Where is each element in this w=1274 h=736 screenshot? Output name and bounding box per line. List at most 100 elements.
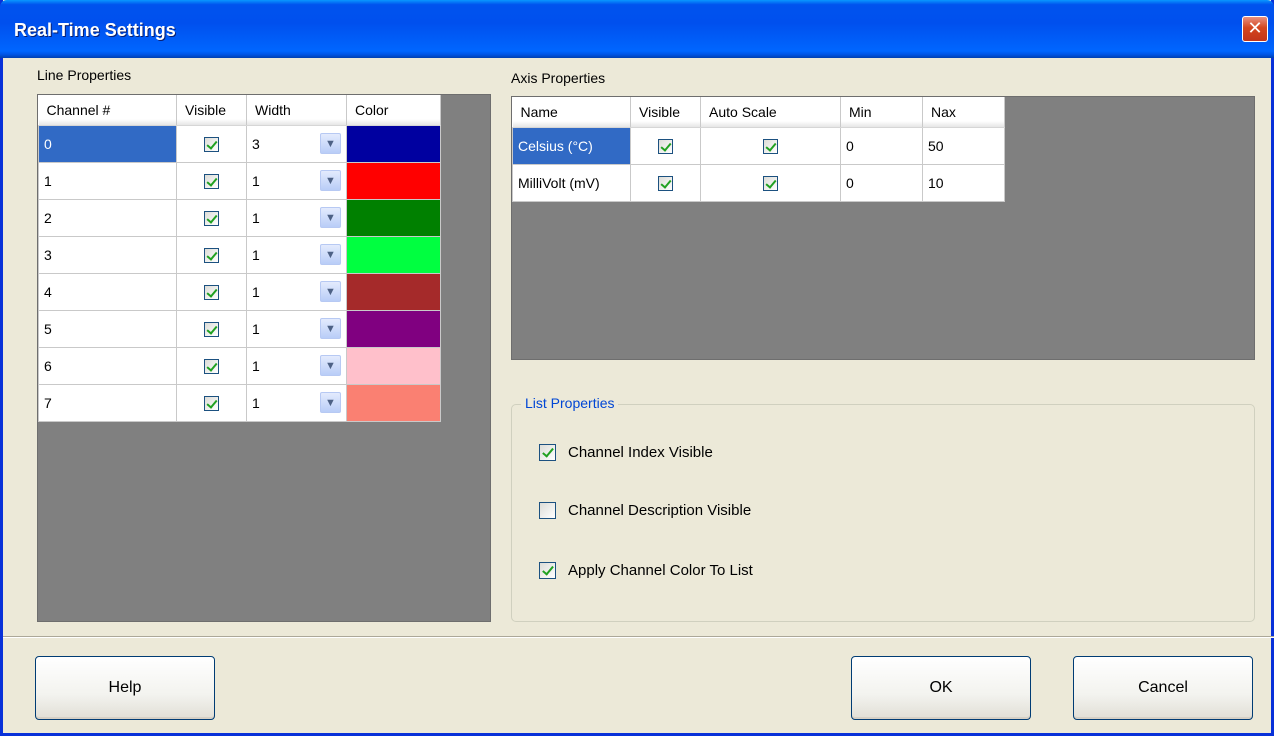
width-cell[interactable]: 3 ▼	[246, 124, 347, 163]
table-row[interactable]: 3 1 ▼	[38, 235, 441, 274]
table-row[interactable]: 6 1 ▼	[38, 346, 441, 385]
option-channel-index-visible[interactable]: Channel Index Visible	[539, 444, 713, 461]
channel-cell[interactable]: 1	[38, 161, 177, 200]
width-cell[interactable]: 1 ▼	[246, 383, 347, 422]
checkbox[interactable]	[204, 173, 219, 189]
width-combobox[interactable]: 1 ▼	[252, 385, 341, 421]
ok-button[interactable]: OK	[851, 656, 1031, 720]
color-swatch[interactable]	[346, 272, 441, 311]
table-row[interactable]: 7 1 ▼	[38, 383, 441, 422]
width-combobox[interactable]: 1 ▼	[252, 237, 341, 273]
channel-cell[interactable]: 2	[38, 198, 177, 237]
checkbox[interactable]	[204, 284, 219, 300]
visible-cell[interactable]	[176, 272, 247, 311]
option-channel-description-visible[interactable]: Channel Description Visible	[539, 502, 751, 519]
table-row[interactable]: 0 3 ▼	[38, 124, 441, 163]
chevron-down-icon[interactable]: ▼	[320, 170, 341, 191]
width-combobox[interactable]: 1 ▼	[252, 200, 341, 236]
checkbox[interactable]	[204, 136, 219, 152]
visible-cell[interactable]	[630, 163, 701, 202]
checkbox[interactable]	[539, 562, 556, 579]
checkbox[interactable]	[763, 175, 778, 191]
width-combobox[interactable]: 1 ▼	[252, 274, 341, 310]
width-cell[interactable]: 1 ▼	[246, 235, 347, 274]
checkbox[interactable]	[763, 138, 778, 154]
color-swatch[interactable]	[346, 383, 441, 422]
table-row[interactable]: 5 1 ▼	[38, 309, 441, 348]
color-swatch[interactable]	[346, 198, 441, 237]
column-header-name[interactable]: Name	[512, 97, 631, 128]
column-header-visible[interactable]: Visible	[630, 97, 701, 128]
chevron-down-icon[interactable]: ▼	[320, 318, 341, 339]
auto-scale-cell[interactable]	[700, 126, 841, 165]
chevron-down-icon[interactable]: ▼	[320, 281, 341, 302]
auto-scale-cell[interactable]	[700, 163, 841, 202]
channel-cell[interactable]: 7	[38, 383, 177, 422]
column-header-visible[interactable]: Visible	[176, 95, 247, 126]
width-cell[interactable]: 1 ▼	[246, 309, 347, 348]
chevron-down-icon[interactable]: ▼	[320, 207, 341, 228]
checkbox[interactable]	[204, 210, 219, 226]
table-row[interactable]: MilliVolt (mV) 0 10	[512, 163, 1005, 202]
table-row[interactable]: 4 1 ▼	[38, 272, 441, 311]
width-combobox[interactable]: 3 ▼	[252, 126, 341, 162]
visible-cell[interactable]	[176, 383, 247, 422]
column-header-max[interactable]: Nax	[922, 97, 1005, 128]
channel-cell[interactable]: 3	[38, 235, 177, 274]
help-button[interactable]: Help	[35, 656, 215, 720]
checkbox[interactable]	[658, 138, 673, 154]
chevron-down-icon[interactable]: ▼	[320, 392, 341, 413]
checkbox[interactable]	[204, 321, 219, 337]
chevron-down-icon[interactable]: ▼	[320, 355, 341, 376]
axis-properties-grid[interactable]: Name Visible Auto Scale Min Nax Celsius …	[511, 96, 1255, 360]
color-swatch[interactable]	[346, 124, 441, 163]
channel-cell[interactable]: 5	[38, 309, 177, 348]
visible-cell[interactable]	[176, 309, 247, 348]
min-cell[interactable]: 0	[840, 126, 923, 165]
color-swatch[interactable]	[346, 309, 441, 348]
channel-cell[interactable]: 4	[38, 272, 177, 311]
channel-cell[interactable]: 0	[38, 124, 177, 163]
column-header-min[interactable]: Min	[840, 97, 923, 128]
width-cell[interactable]: 1 ▼	[246, 272, 347, 311]
color-swatch[interactable]	[346, 346, 441, 385]
cancel-button[interactable]: Cancel	[1073, 656, 1253, 720]
visible-cell[interactable]	[630, 126, 701, 165]
visible-cell[interactable]	[176, 198, 247, 237]
chevron-down-icon[interactable]: ▼	[320, 133, 341, 154]
column-header-width[interactable]: Width	[246, 95, 347, 126]
width-cell[interactable]: 1 ▼	[246, 161, 347, 200]
axis-name-cell[interactable]: Celsius (°C)	[512, 126, 631, 165]
color-swatch[interactable]	[346, 235, 441, 274]
min-cell[interactable]: 0	[840, 163, 923, 202]
width-combobox[interactable]: 1 ▼	[252, 348, 341, 384]
close-button[interactable]: ✕	[1242, 16, 1268, 42]
max-cell[interactable]: 10	[922, 163, 1005, 202]
table-row[interactable]: Celsius (°C) 0 50	[512, 126, 1005, 165]
color-swatch[interactable]	[346, 161, 441, 200]
width-cell[interactable]: 1 ▼	[246, 346, 347, 385]
column-header-auto-scale[interactable]: Auto Scale	[700, 97, 841, 128]
visible-cell[interactable]	[176, 235, 247, 274]
axis-name-cell[interactable]: MilliVolt (mV)	[512, 163, 631, 202]
visible-cell[interactable]	[176, 346, 247, 385]
width-combobox[interactable]: 1 ▼	[252, 163, 341, 199]
chevron-down-icon[interactable]: ▼	[320, 244, 341, 265]
width-combobox[interactable]: 1 ▼	[252, 311, 341, 347]
checkbox[interactable]	[204, 395, 219, 411]
checkbox[interactable]	[539, 444, 556, 461]
column-header-channel[interactable]: Channel #	[38, 95, 177, 126]
title-bar[interactable]: Real-Time Settings ✕	[0, 0, 1274, 58]
checkbox[interactable]	[539, 502, 556, 519]
visible-cell[interactable]	[176, 124, 247, 163]
width-cell[interactable]: 1 ▼	[246, 198, 347, 237]
table-row[interactable]: 2 1 ▼	[38, 198, 441, 237]
table-row[interactable]: 1 1 ▼	[38, 161, 441, 200]
visible-cell[interactable]	[176, 161, 247, 200]
checkbox[interactable]	[204, 358, 219, 374]
channel-cell[interactable]: 6	[38, 346, 177, 385]
max-cell[interactable]: 50	[922, 126, 1005, 165]
checkbox[interactable]	[204, 247, 219, 263]
option-apply-channel-color[interactable]: Apply Channel Color To List	[539, 562, 753, 579]
column-header-color[interactable]: Color	[346, 95, 441, 126]
